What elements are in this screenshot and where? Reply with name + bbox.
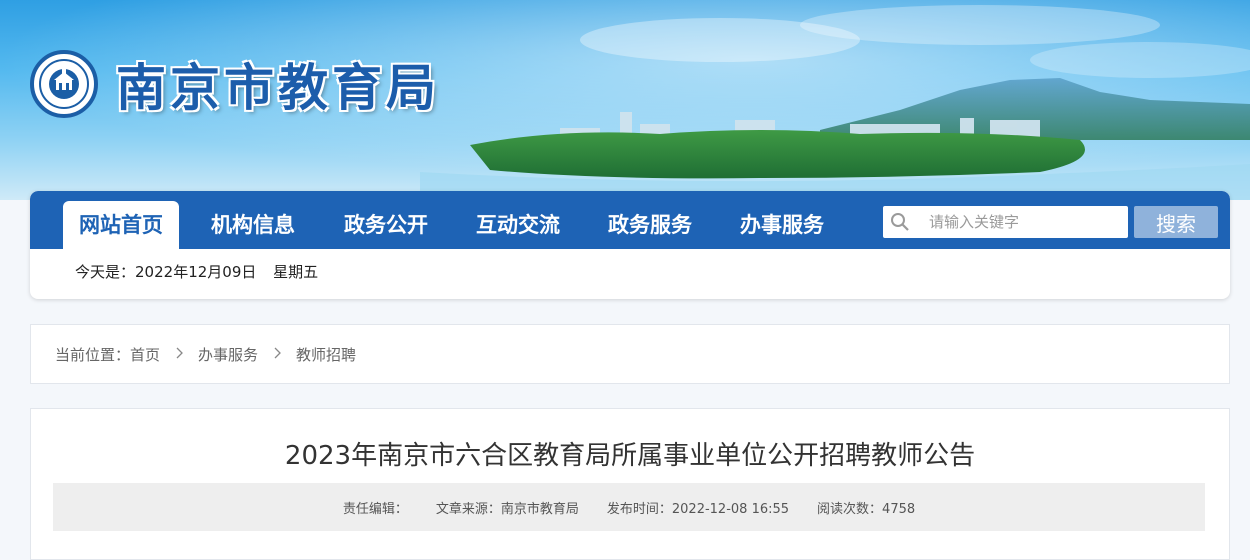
breadcrumb: 当前位置： 首页 办事服务 教师招聘 [30, 324, 1230, 384]
navigation-panel: 网站首页 机构信息 政务公开 互动交流 政务服务 办事服务 搜索 今天是：202… [30, 191, 1230, 299]
nanjing-education-emblem-icon [30, 50, 98, 118]
nav-item-gov-affairs[interactable]: 政务公开 [344, 201, 428, 249]
nav-item-gov-services[interactable]: 政务服务 [608, 201, 692, 249]
article-meta: 责任编辑： 文章来源：南京市教育局 发布时间：2022-12-08 16:55 … [53, 483, 1205, 531]
article-source: 文章来源：南京市教育局 [435, 501, 579, 517]
today-weekday: 星期五 [273, 263, 319, 281]
search-box [883, 206, 1128, 238]
header-banner: 南京市教育局 [0, 0, 1250, 200]
breadcrumb-lead: 当前位置： [55, 345, 131, 364]
breadcrumb-home-link[interactable]: 首页 [130, 344, 160, 365]
article-panel: 2023年南京市六合区教育局所属事业单位公开招聘教师公告 责任编辑： 文章来源：… [30, 408, 1230, 560]
breadcrumb-recruitment-link[interactable]: 教师招聘 [296, 344, 356, 365]
chevron-right-icon [176, 345, 184, 363]
chevron-right-icon [274, 345, 282, 363]
main-nav-bar: 网站首页 机构信息 政务公开 互动交流 政务服务 办事服务 搜索 [30, 191, 1230, 249]
nav-item-affairs-services[interactable]: 办事服务 [740, 201, 824, 249]
breadcrumb-affairs-link[interactable]: 办事服务 [198, 344, 258, 365]
today-date: 今天是：2022年12月09日 星期五 [75, 261, 318, 282]
site-title: 南京市教育局 [116, 58, 440, 117]
site-logo[interactable]: 南京市教育局 [30, 48, 440, 120]
nav-item-interaction[interactable]: 互动交流 [476, 201, 560, 249]
article-editor: 责任编辑： [342, 501, 408, 517]
today-date-value: 2022年12月09日 [135, 263, 257, 281]
article-publish-time: 发布时间：2022-12-08 16:55 [606, 501, 790, 517]
nav-item-home[interactable]: 网站首页 [63, 201, 179, 249]
nav-item-organization[interactable]: 机构信息 [211, 201, 295, 249]
search-icon [883, 212, 917, 232]
article-views: 阅读次数：4758 [817, 501, 916, 517]
search-input[interactable] [927, 212, 1121, 232]
search-button[interactable]: 搜索 [1134, 206, 1218, 238]
article-title: 2023年南京市六合区教育局所属事业单位公开招聘教师公告 [284, 441, 976, 471]
today-prefix: 今天是： [75, 263, 136, 281]
